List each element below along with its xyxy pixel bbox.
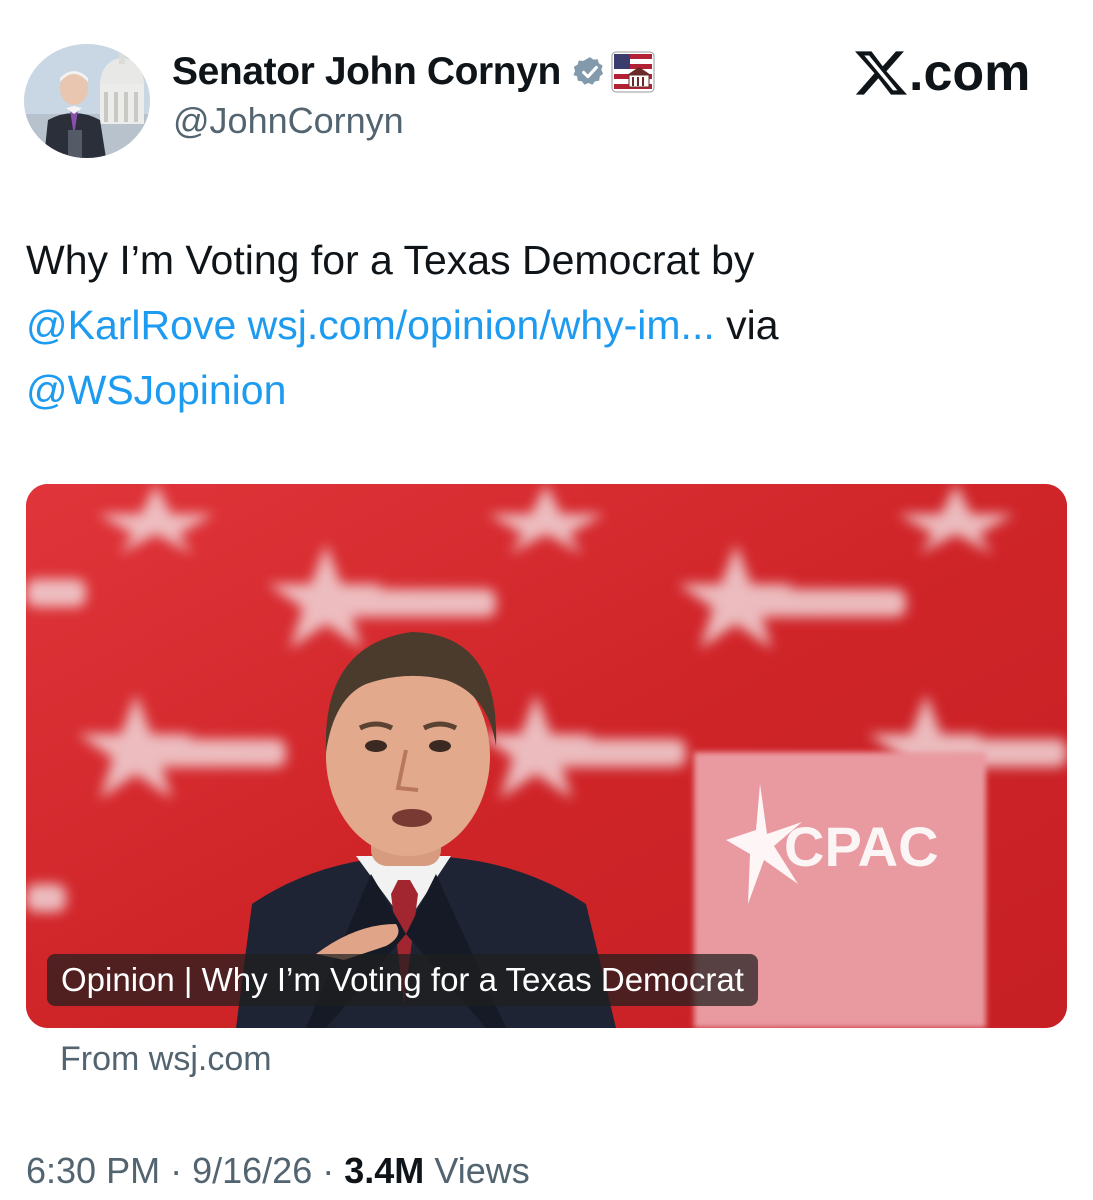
- tweet-text-start: Why I’m Voting for a Texas Democrat by: [26, 237, 755, 283]
- mention-karlrove[interactable]: @KarlRove: [26, 302, 236, 348]
- meta-separator: ·: [170, 1150, 183, 1191]
- author-handle[interactable]: @JohnCornyn: [173, 100, 404, 142]
- article-photo: CPAC: [26, 484, 1067, 1028]
- article-url-link[interactable]: wsj.com/opinion/why-im...: [248, 302, 715, 348]
- tweet-time[interactable]: 6:30 PM: [26, 1150, 160, 1191]
- x-com-logo: .com: [855, 44, 1030, 102]
- x-com-suffix: .com: [909, 44, 1031, 102]
- author-avatar[interactable]: [24, 44, 150, 158]
- verified-badge-icon: [573, 57, 603, 85]
- card-caption: Opinion | Why I’m Voting for a Texas Dem…: [47, 954, 758, 1006]
- link-preview-card[interactable]: CPAC: [26, 484, 1067, 1028]
- meta-separator: ·: [322, 1150, 335, 1191]
- avatar-photo: [24, 44, 150, 158]
- card-source[interactable]: From wsj.com: [60, 1040, 272, 1079]
- views-label: Views: [434, 1150, 530, 1191]
- mention-wsjopinion[interactable]: @WSJopinion: [26, 367, 286, 413]
- views-count[interactable]: 3.4M: [344, 1150, 424, 1191]
- tweet-header: Senator John Cornyn @JohnCornyn .com: [0, 0, 1093, 170]
- author-name-row[interactable]: Senator John Cornyn: [172, 48, 655, 96]
- x-logo-icon: [855, 51, 907, 95]
- tweet-meta: 6:30 PM · 9/16/26 · 3.4M Views: [26, 1150, 530, 1192]
- author-display-name[interactable]: Senator John Cornyn: [172, 50, 561, 94]
- us-senate-flag-icon: [611, 51, 655, 93]
- tweet-date[interactable]: 9/16/26: [192, 1150, 312, 1191]
- tweet-text-via: via: [726, 302, 779, 348]
- podium-logo-text: CPAC: [784, 815, 939, 878]
- tweet-text: Why I’m Voting for a Texas Democrat by @…: [26, 228, 1066, 423]
